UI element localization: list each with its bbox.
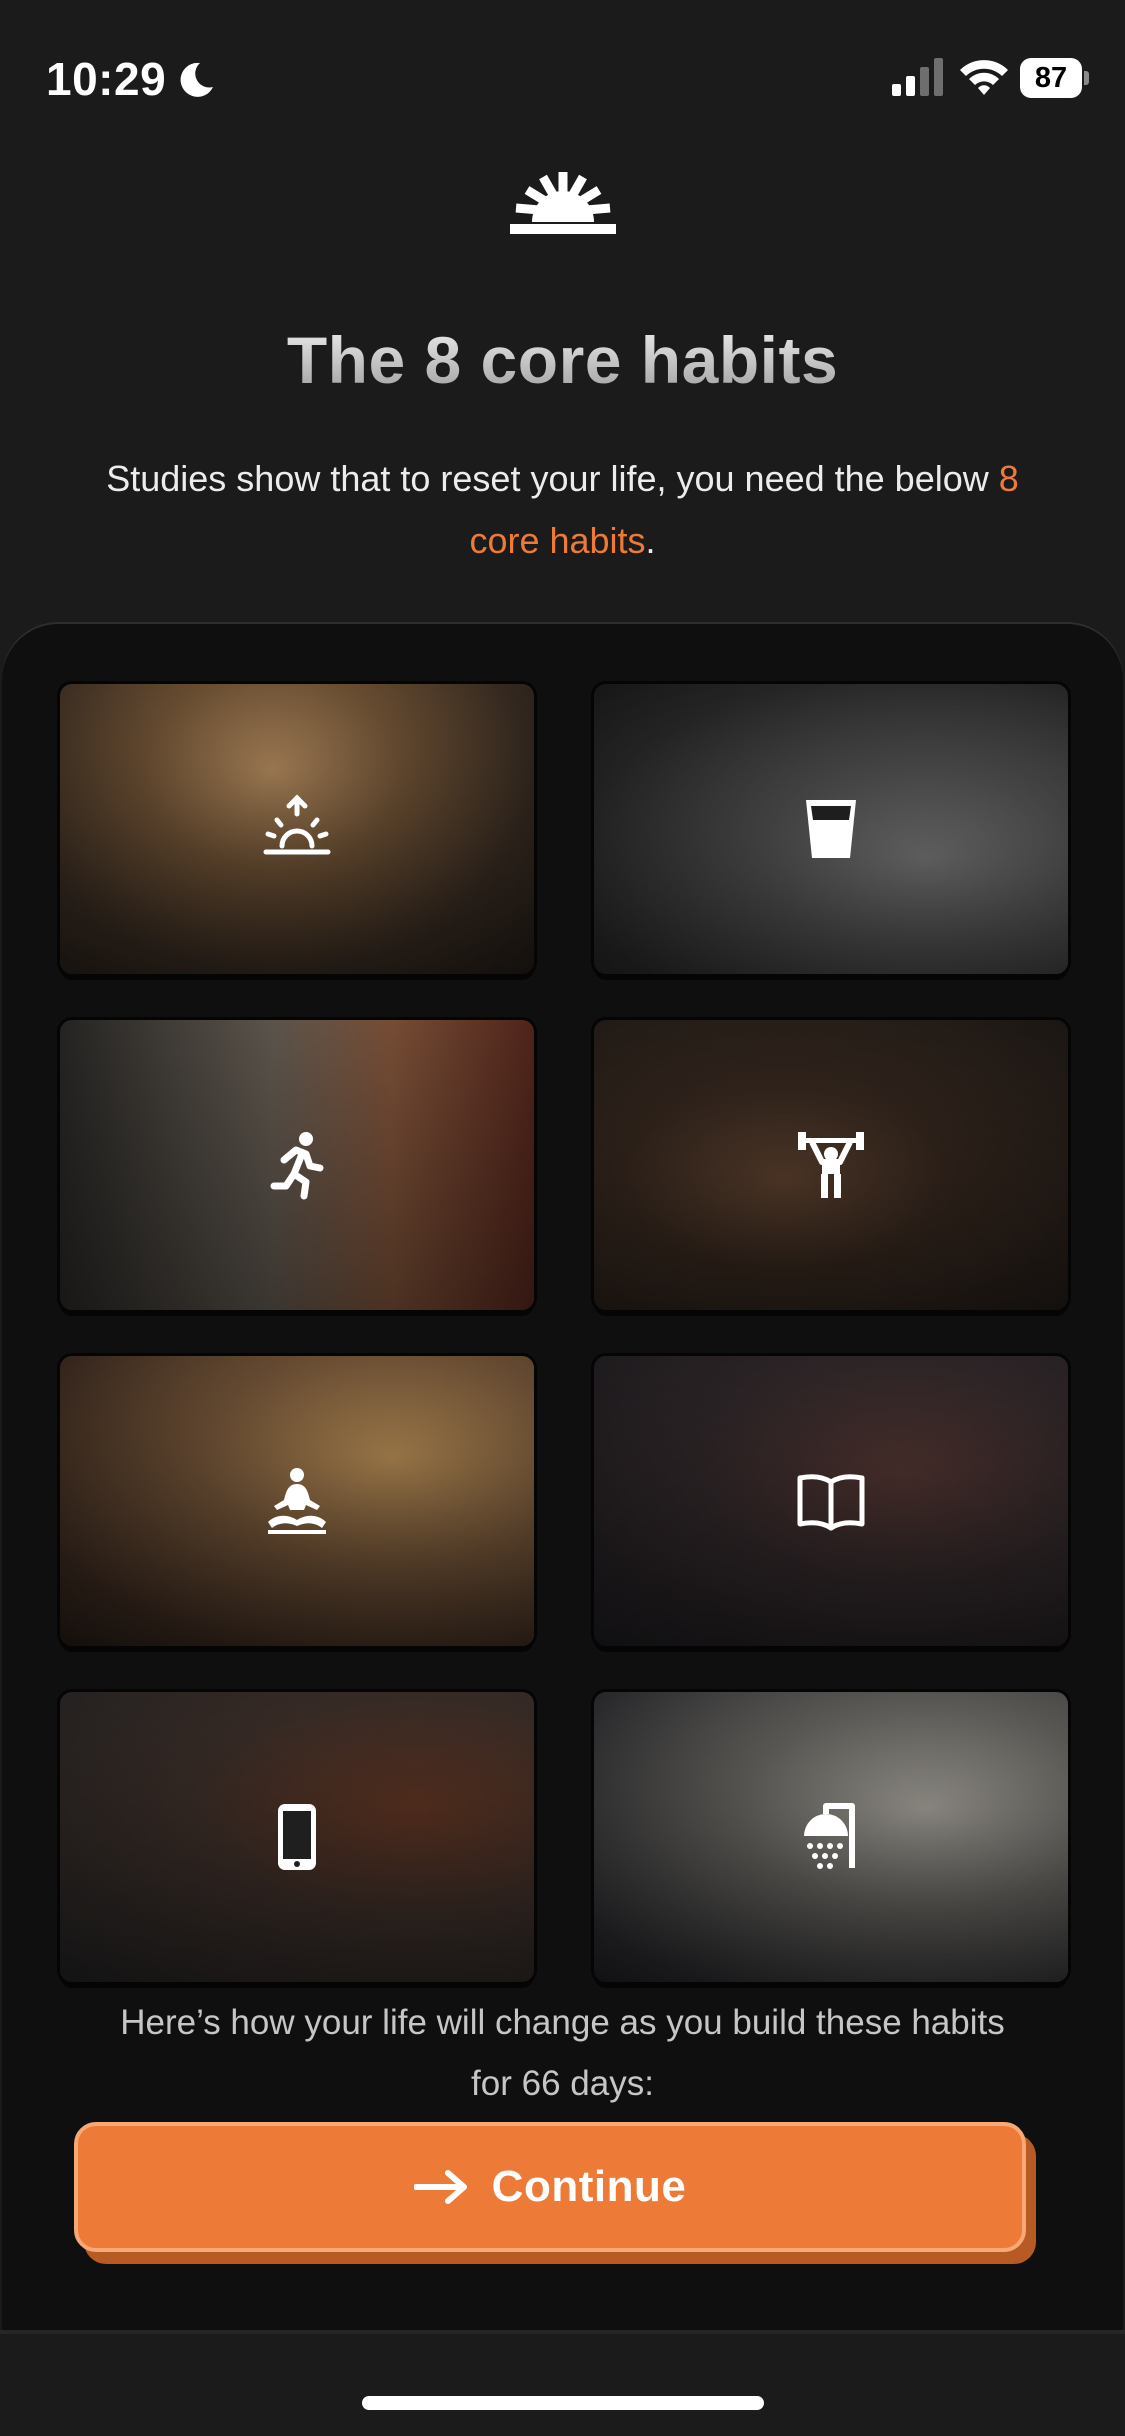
signal-icon — [892, 58, 943, 96]
battery-icon: 87 — [1020, 58, 1090, 98]
page-title: The 8 core habits — [0, 322, 1125, 398]
water-glass-icon — [796, 794, 866, 864]
arrow-right-icon — [413, 2170, 467, 2204]
battery-cap — [1084, 71, 1089, 85]
page-subtitle: Studies show that to reset your life, yo… — [80, 448, 1045, 572]
change-description: Here’s how your life will change as you … — [120, 2003, 1005, 2103]
sunrise-logo-icon — [510, 172, 616, 234]
continue-label: Continue — [491, 2162, 687, 2211]
weightlifting-icon — [796, 1130, 866, 1200]
battery-level: 87 — [1020, 58, 1082, 98]
meditation-icon — [262, 1466, 332, 1536]
wifi-icon — [960, 60, 1008, 95]
cold-shower-icon — [796, 1802, 866, 1872]
home-indicator[interactable] — [362, 2396, 764, 2410]
status-bar: 10:29 87 — [0, 0, 1125, 150]
habit-card-cold-shower[interactable] — [594, 1692, 1068, 1982]
subtitle-text: Studies show that to reset your life, yo… — [106, 458, 999, 499]
status-time: 10:29 — [46, 53, 167, 105]
footer-divider — [0, 2330, 1125, 2334]
running-icon — [262, 1130, 332, 1200]
habit-card-workout[interactable] — [594, 1020, 1068, 1310]
habit-card-screen-time[interactable] — [60, 1692, 534, 1982]
habit-card-meditate[interactable] — [60, 1356, 534, 1646]
habit-card-run[interactable] — [60, 1020, 534, 1310]
continue-button[interactable]: Continue — [74, 2122, 1026, 2252]
moon-icon — [180, 62, 213, 97]
book-icon — [796, 1466, 866, 1536]
phone-icon — [262, 1802, 332, 1872]
habit-card-read[interactable] — [594, 1356, 1068, 1646]
habit-card-hydrate[interactable] — [594, 684, 1068, 974]
subtitle-suffix: . — [645, 520, 656, 561]
habit-card-wake-up[interactable] — [60, 684, 534, 974]
sunrise-icon — [262, 794, 332, 864]
